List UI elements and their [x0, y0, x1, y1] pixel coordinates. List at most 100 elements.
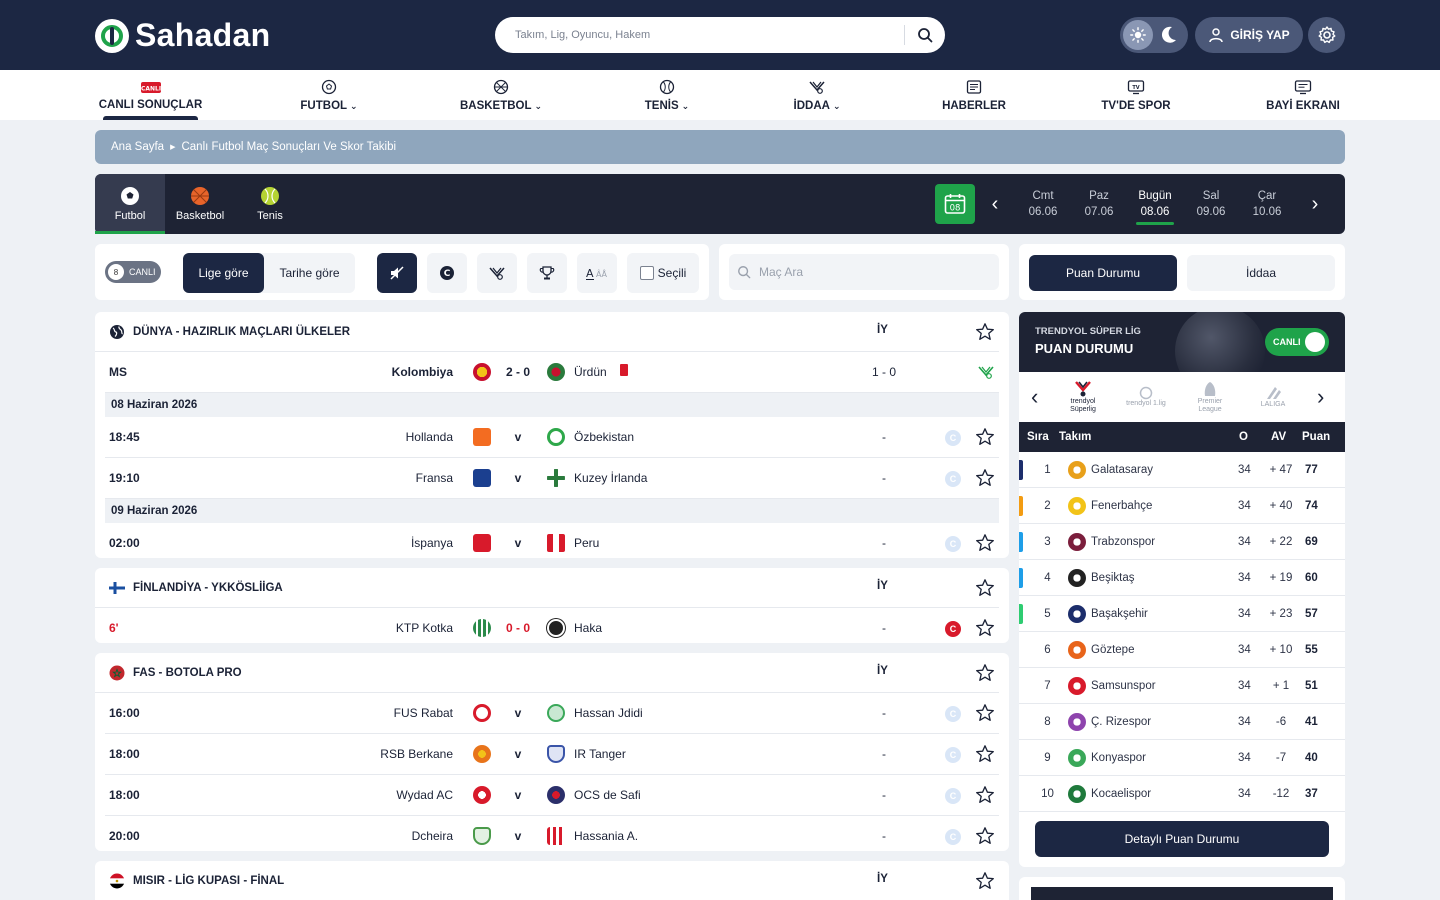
match-score: v — [514, 788, 522, 802]
match-search-input[interactable] — [759, 265, 999, 279]
sound-toggle-button[interactable] — [377, 253, 417, 293]
carousel-next-arrow[interactable]: › — [1317, 384, 1324, 410]
league-logo-laliga[interactable]: LALIGA — [1253, 378, 1293, 416]
nav-iddaa[interactable]: İDDAA ⌄ — [793, 70, 841, 120]
nav-label: FUTBOL — [300, 99, 348, 112]
date-item[interactable]: Cmt 06.06 — [1018, 188, 1068, 220]
star-icon[interactable] — [975, 663, 995, 683]
standings-row[interactable]: 6 Göztepe 34 + 10 55 — [1019, 632, 1345, 668]
date-item[interactable]: Paz 07.06 — [1074, 188, 1124, 220]
sport-tab-football[interactable]: Futbol — [95, 174, 165, 234]
nav-dealer-screen[interactable]: BAYİ EKRANI — [1266, 70, 1340, 120]
date-prev-arrow[interactable]: ‹ — [980, 188, 1010, 220]
nav-news[interactable]: HABERLER — [942, 70, 1006, 120]
tab-betting[interactable]: İddaa — [1187, 255, 1335, 291]
league-header[interactable]: DÜNYA - HAZIRLIK MAÇLARI ÜLKELER İY — [95, 312, 999, 352]
star-icon[interactable] — [975, 533, 995, 553]
star-icon[interactable] — [975, 744, 995, 764]
sport-tab-tennis[interactable]: Tenis — [235, 174, 305, 234]
star-icon[interactable] — [975, 468, 995, 488]
nav-live-results[interactable]: CANLI CANLI SONUÇLAR — [99, 70, 202, 120]
match-row[interactable]: 18:00 Wydad AC v OCS de Safi - C — [105, 775, 999, 816]
standings-row[interactable]: 5 Başakşehir 34 + 23 57 — [1019, 596, 1345, 632]
super-lig-logo-icon — [1075, 381, 1091, 397]
global-search-input[interactable] — [495, 29, 904, 41]
standings-live-toggle[interactable]: CANLI — [1265, 328, 1329, 356]
coverage-status-icon: C — [945, 430, 961, 446]
league-header[interactable]: FAS - BOTOLA PRO İY — [95, 653, 999, 693]
site-logo[interactable]: Sahadan — [95, 17, 270, 54]
tab-standings[interactable]: Puan Durumu — [1029, 255, 1177, 291]
standings-row[interactable]: 7 Samsunspor 34 + 1 51 — [1019, 668, 1345, 704]
date-item[interactable]: Çar 10.06 — [1242, 188, 1292, 220]
moon-icon[interactable] — [1159, 25, 1179, 45]
match-row[interactable]: 02:00 İspanya v Peru - C — [105, 523, 999, 564]
standings-row[interactable]: 1 Galatasaray 34 + 47 77 — [1019, 452, 1345, 488]
league-logo-premier-league[interactable]: Premier League — [1190, 378, 1230, 416]
star-icon[interactable] — [975, 618, 995, 638]
home-team: FUS Rabat — [393, 706, 453, 720]
league-logo-1-lig[interactable]: trendyol 1.lig — [1126, 378, 1166, 416]
sort-by-league[interactable]: Lige göre — [183, 253, 264, 293]
league-logo-super-lig[interactable]: trendyol Süperlig — [1063, 378, 1103, 416]
league-header[interactable]: FİNLANDİYA - YKKÖSLİİGA İY — [95, 568, 999, 608]
sport-tab-basketball[interactable]: Basketbol — [165, 174, 235, 234]
standings-row[interactable]: 2 Fenerbahçe 34 + 40 74 — [1019, 488, 1345, 524]
match-row[interactable]: MS Kolombiya 2 - 0 Ürdün 1 - 0 — [105, 352, 999, 393]
selected-checkbox[interactable] — [639, 266, 654, 280]
league-title: MISIR - LİG KUPASI - FİNAL — [133, 874, 285, 887]
team-logo — [1068, 605, 1086, 623]
date-next-arrow[interactable]: › — [1300, 188, 1330, 220]
star-icon[interactable] — [975, 578, 995, 598]
nav-tv-sports[interactable]: TV TV'DE SPOR — [1101, 70, 1171, 120]
breadcrumb-home-link[interactable]: Ana Sayfa — [111, 141, 164, 153]
globe-icon — [110, 324, 124, 339]
col-team: Takım — [1059, 431, 1092, 443]
calendar-button[interactable]: 08 — [935, 184, 975, 224]
team-played: 34 — [1238, 572, 1251, 584]
match-row[interactable]: 6' KTP Kotka 0 - 0 Haka - C — [105, 608, 999, 649]
login-button[interactable]: GİRİŞ YAP — [1195, 17, 1303, 53]
date-item[interactable]: Sal 09.06 — [1186, 188, 1236, 220]
date-item-today[interactable]: Bugün 08.06 — [1130, 188, 1180, 225]
carousel-prev-arrow[interactable]: ‹ — [1031, 384, 1038, 410]
match-row[interactable]: 20:00 Dcheira v Hassania A. - C — [105, 816, 999, 857]
sort-by-date[interactable]: Tarihe göre — [264, 253, 355, 293]
coverage-filter-button[interactable]: C — [427, 253, 467, 293]
nav-football[interactable]: FUTBOL ⌄ — [300, 70, 358, 120]
nav-tennis[interactable]: TENİS ⌄ — [643, 70, 691, 120]
team-rank: 9 — [1044, 752, 1051, 764]
star-icon[interactable] — [975, 785, 995, 805]
sun-icon[interactable] — [1123, 20, 1153, 50]
match-row[interactable]: 19:10 Fransa v Kuzey İrlanda - C — [105, 458, 999, 499]
match-row[interactable]: 16:00 FUS Rabat v Hassan Jdidi - C — [105, 693, 999, 734]
settings-button[interactable] — [1308, 17, 1345, 53]
star-icon[interactable] — [975, 427, 995, 447]
live-only-toggle[interactable]: 8 CANLI — [105, 261, 161, 283]
standings-row[interactable]: 3 Trabzonspor 34 + 22 69 — [1019, 524, 1345, 560]
trophy-filter-button[interactable] — [527, 253, 567, 293]
alphabetic-sort-button[interactable]: A ÂÅ — [577, 253, 617, 293]
basketball-icon — [493, 79, 509, 94]
league-header[interactable]: MISIR - LİG KUPASI - FİNAL İY — [95, 861, 999, 900]
standings-row[interactable]: 8 Ç. Rizespor 34 -6 41 — [1019, 704, 1345, 740]
trophy-icon — [539, 266, 555, 280]
match-row[interactable]: 18:00 RSB Berkane v IR Tanger - C — [105, 734, 999, 775]
league-card: FİNLANDİYA - YKKÖSLİİGA İY 6' KTP Kotka … — [95, 568, 1009, 643]
star-icon[interactable] — [975, 703, 995, 723]
nav-basketball[interactable]: BASKETBOL ⌄ — [460, 70, 542, 120]
team-played: 34 — [1238, 788, 1251, 800]
standings-row[interactable]: 4 Beşiktaş 34 + 19 60 — [1019, 560, 1345, 596]
match-row[interactable]: 18:45 Hollanda v Özbekistan - C — [105, 417, 999, 458]
star-icon[interactable] — [975, 871, 995, 891]
selected-only-filter[interactable]: Seçili — [627, 253, 699, 293]
theme-toggle[interactable] — [1120, 17, 1188, 53]
star-icon[interactable] — [975, 826, 995, 846]
iddaa-icon[interactable] — [977, 364, 995, 380]
search-button[interactable] — [905, 17, 945, 53]
star-icon[interactable] — [975, 322, 995, 342]
standings-row[interactable]: 9 Konyaspor 34 -7 40 — [1019, 740, 1345, 776]
iddaa-filter-button[interactable] — [477, 253, 517, 293]
detailed-standings-button[interactable]: Detaylı Puan Durumu — [1035, 821, 1329, 857]
standings-row[interactable]: 10 Kocaelispor 34 -12 37 — [1019, 776, 1345, 812]
